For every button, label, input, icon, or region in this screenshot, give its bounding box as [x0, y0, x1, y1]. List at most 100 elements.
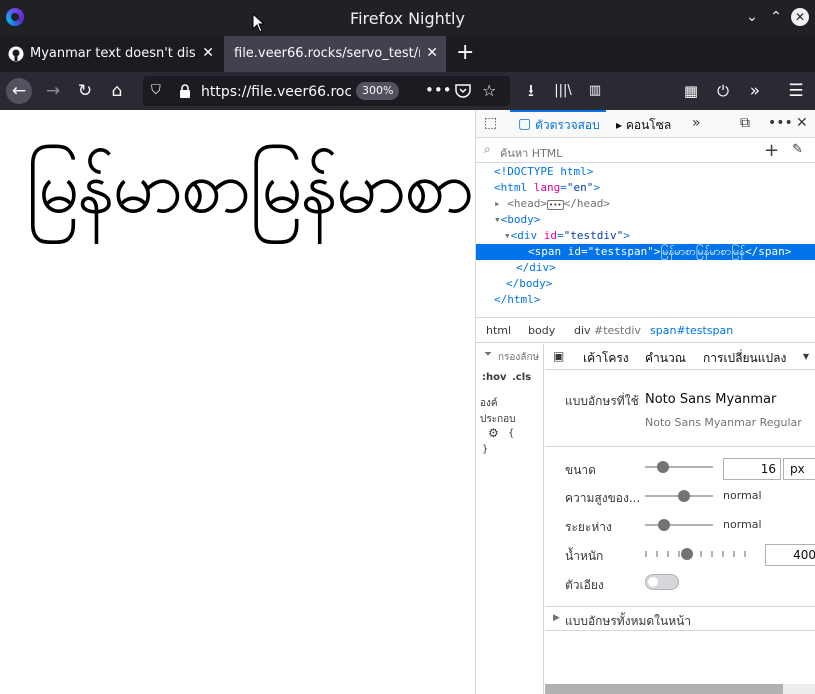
devtools-close-icon[interactable]: ✕ — [796, 115, 808, 131]
weight-label: น้ำหนัก — [565, 549, 604, 563]
gear-icon[interactable]: ⚙ — [488, 426, 499, 440]
tab-computed[interactable]: คำนวณ — [645, 349, 686, 368]
rule-brace-close: } — [482, 444, 489, 455]
rules-panel: ⏷ กรองลักษ :hov .cls องค์ ประกอบ ⚙ { } — [476, 344, 544, 694]
expand-arrow-icon[interactable]: ▸ — [494, 197, 501, 210]
breadcrumb: html body div #testdiv span#testspan — [476, 317, 815, 343]
markup-span-selected[interactable]: <span id="testspan">မြန်မာစာမြန်မာစာမြန်… — [476, 244, 815, 260]
devtools-toolbar: ⬚ ▢ ตัวตรวจสอบ ▸ คอนโซล » ⧉ ••• ✕ — [476, 110, 815, 138]
qr-code-icon[interactable]: ▦ — [678, 78, 704, 104]
rules-filter-input[interactable]: กรองลักษ — [498, 350, 542, 365]
navigation-toolbar: ← → ↻ ⌂ ⛉ https://file.veer66.rocks 300%… — [0, 72, 815, 169]
add-node-icon[interactable]: + — [764, 140, 779, 161]
shield-icon[interactable]: ⛉ — [151, 83, 161, 98]
tab-inspector[interactable]: ▢ ตัวตรวจสอบ — [518, 116, 600, 135]
window-close-button[interactable]: ✕ — [791, 8, 809, 26]
search-icon: ⌕ — [484, 142, 491, 156]
zoom-level-badge[interactable]: 300% — [356, 82, 400, 100]
tab-changes[interactable]: การเปลี่ยนแปลง — [703, 349, 786, 368]
tab-close-icon[interactable]: ✕ — [202, 45, 214, 61]
sidebar-icon[interactable]: ▥ — [582, 78, 608, 104]
markup-head[interactable]: ▸ <head> ••• </head> — [476, 196, 815, 212]
tab-label: file.veer66.rocks/servo_test/my — [234, 46, 420, 61]
size-slider[interactable] — [645, 461, 713, 473]
spacing-slider-thumb[interactable] — [658, 519, 670, 531]
collapse-arrow-icon[interactable]: ▾ — [494, 213, 501, 226]
size-unit-select[interactable]: px — [783, 458, 815, 480]
weight-slider-thumb[interactable] — [681, 548, 693, 560]
tab-close-icon[interactable]: ✕ — [426, 45, 438, 61]
markup-div-open[interactable]: ▾<div id="testdiv"> — [476, 228, 815, 244]
extension-on-icon[interactable]: ⏻ — [710, 78, 736, 104]
devtools-menu-icon[interactable]: ••• — [768, 115, 793, 131]
breadcrumb-span[interactable]: span#testspan — [650, 324, 733, 337]
maximize-button[interactable]: ⌃ — [767, 8, 785, 26]
tab-layout[interactable]: เค้าโครง — [583, 349, 629, 368]
toggle-pane-icon[interactable]: ▣ — [553, 349, 564, 363]
divider — [545, 630, 815, 631]
horizontal-scrollbar[interactable] — [545, 684, 815, 694]
weight-slider[interactable] — [645, 548, 753, 560]
eyedropper-icon[interactable]: ✎ — [792, 142, 803, 157]
class-toggle[interactable]: .cls — [512, 372, 531, 383]
reload-button[interactable]: ↻ — [72, 78, 98, 104]
lang-attr: lang — [533, 181, 561, 194]
url-bar[interactable]: ⛉ https://file.veer66.rocks 300% ••• ☆ — [143, 76, 510, 106]
all-fonts-section[interactable]: แบบอักษรทั้งหมดในหน้า — [565, 612, 691, 631]
weight-input[interactable]: 400 — [765, 544, 815, 566]
hamburger-menu-icon[interactable]: ☰ — [783, 78, 809, 104]
tab-myanmar-issue[interactable]: Myanmar text doesn't display ✕ — [0, 36, 222, 72]
forward-button[interactable]: → — [40, 78, 66, 104]
active-tab-indicator — [510, 110, 606, 112]
markup-html-open[interactable]: <html lang="en"> — [476, 180, 815, 196]
back-button[interactable]: ← — [6, 78, 32, 104]
new-tab-button[interactable]: + — [456, 42, 474, 64]
div-close-tag: </div> — [516, 261, 556, 274]
collapsed-children-badge[interactable]: ••• — [547, 200, 564, 210]
size-input[interactable]: 16 — [723, 458, 781, 480]
markup-html-close[interactable]: </html> — [476, 292, 815, 308]
library-icon[interactable]: |||\ — [550, 78, 576, 104]
spacing-slider[interactable] — [645, 519, 713, 531]
head-tag: <head> — [507, 197, 547, 210]
size-label: ขนาด — [565, 463, 596, 477]
pocket-icon[interactable] — [455, 84, 471, 98]
markup-doctype[interactable]: <!DOCTYPE html> — [476, 164, 815, 180]
home-button[interactable]: ⌂ — [104, 78, 130, 104]
overflow-chevron-icon[interactable]: » — [742, 78, 768, 104]
more-tools-chevron-icon[interactable]: » — [692, 115, 701, 131]
breadcrumb-div-id[interactable]: #testdiv — [594, 324, 641, 337]
markup-body-close[interactable]: </body> — [476, 276, 815, 292]
breadcrumb-div[interactable]: div — [574, 324, 591, 337]
italic-toggle[interactable] — [645, 574, 679, 590]
filter-icon: ⏷ — [484, 349, 492, 360]
page-actions-icon[interactable]: ••• — [425, 81, 452, 99]
url-text[interactable]: https://file.veer66.rocks — [201, 84, 351, 100]
font-full-name: Noto Sans Myanmar Regular — [645, 416, 802, 429]
breadcrumb-body[interactable]: body — [528, 324, 555, 337]
tab-servo-test[interactable]: file.veer66.rocks/servo_test/my ✕ — [224, 36, 446, 72]
lock-icon[interactable] — [179, 84, 191, 98]
html-search-input[interactable]: ค้นหา HTML — [500, 144, 562, 162]
downloads-icon[interactable]: ⭳ — [518, 78, 544, 104]
more-tabs-dropdown-icon[interactable]: ▾ — [803, 349, 809, 363]
font-used-label: แบบอักษรที่ใช้ — [565, 394, 639, 408]
line-height-slider[interactable] — [645, 490, 713, 502]
element-picker-icon[interactable]: ⬚ — [484, 115, 497, 131]
id-attr: id — [543, 229, 557, 242]
body-close-tag: </body> — [506, 277, 553, 290]
markup-view: <!DOCTYPE html> <html lang="en"> ▸ <head… — [476, 164, 815, 314]
markup-div-close[interactable]: </div> — [476, 260, 815, 276]
tab-console[interactable]: ▸ คอนโซล — [616, 116, 671, 135]
hover-state-toggle[interactable]: :hov — [482, 372, 507, 383]
expand-arrow-icon[interactable]: ▶ — [553, 613, 560, 623]
breadcrumb-html[interactable]: html — [486, 324, 511, 337]
line-height-slider-thumb[interactable] — [678, 490, 690, 502]
bookmark-star-icon[interactable]: ☆ — [482, 81, 496, 100]
minimize-button[interactable]: ⌄ — [743, 8, 761, 26]
collapse-arrow-icon[interactable]: ▾ — [504, 229, 511, 242]
size-slider-thumb[interactable] — [657, 461, 669, 473]
markup-body-open[interactable]: ▾<body> — [476, 212, 815, 228]
dock-icon[interactable]: ⧉ — [740, 115, 750, 131]
scrollbar-thumb[interactable] — [545, 684, 783, 694]
